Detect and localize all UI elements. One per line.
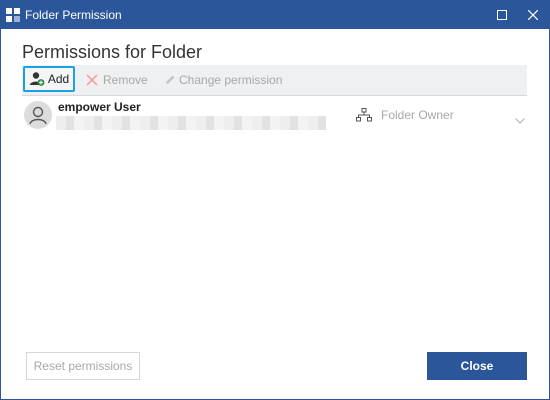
change-permission-label: Change permission xyxy=(179,73,283,87)
title-bar: Folder Permission xyxy=(1,1,549,29)
reset-permissions-button[interactable]: Reset permissions xyxy=(26,352,140,380)
maximize-icon xyxy=(497,10,507,20)
role-value: Folder Owner xyxy=(381,108,454,122)
close-icon xyxy=(528,10,538,20)
redacted-user-detail xyxy=(56,116,326,130)
page-title: Permissions for Folder xyxy=(22,42,203,62)
chevron-down-icon xyxy=(515,110,525,130)
avatar xyxy=(24,101,52,129)
close-window-button[interactable] xyxy=(518,1,548,29)
window-title: Folder Permission xyxy=(25,8,122,22)
role-dropdown[interactable]: Folder Owner xyxy=(381,105,527,125)
permissions-toolbar: Add Remove Change permission xyxy=(22,65,527,96)
hierarchy-icon xyxy=(356,108,372,122)
remove-x-icon xyxy=(86,74,98,86)
close-button[interactable]: Close xyxy=(427,352,527,380)
user-name: empower User xyxy=(58,100,141,114)
remove-button[interactable]: Remove xyxy=(86,65,148,95)
add-button-label: Add xyxy=(47,72,70,86)
add-user-icon xyxy=(29,72,45,86)
folder-permission-dialog: Folder Permission Permissions for Folder… xyxy=(0,0,550,400)
user-icon xyxy=(29,106,47,125)
app-logo-icon xyxy=(5,7,21,23)
add-button[interactable]: Add xyxy=(23,66,75,92)
remove-button-label: Remove xyxy=(103,73,148,87)
pencil-icon xyxy=(166,75,175,84)
permission-row[interactable]: empower User Folder Owner xyxy=(22,99,527,131)
change-permission-button[interactable]: Change permission xyxy=(164,65,282,95)
maximize-button[interactable] xyxy=(487,1,517,29)
